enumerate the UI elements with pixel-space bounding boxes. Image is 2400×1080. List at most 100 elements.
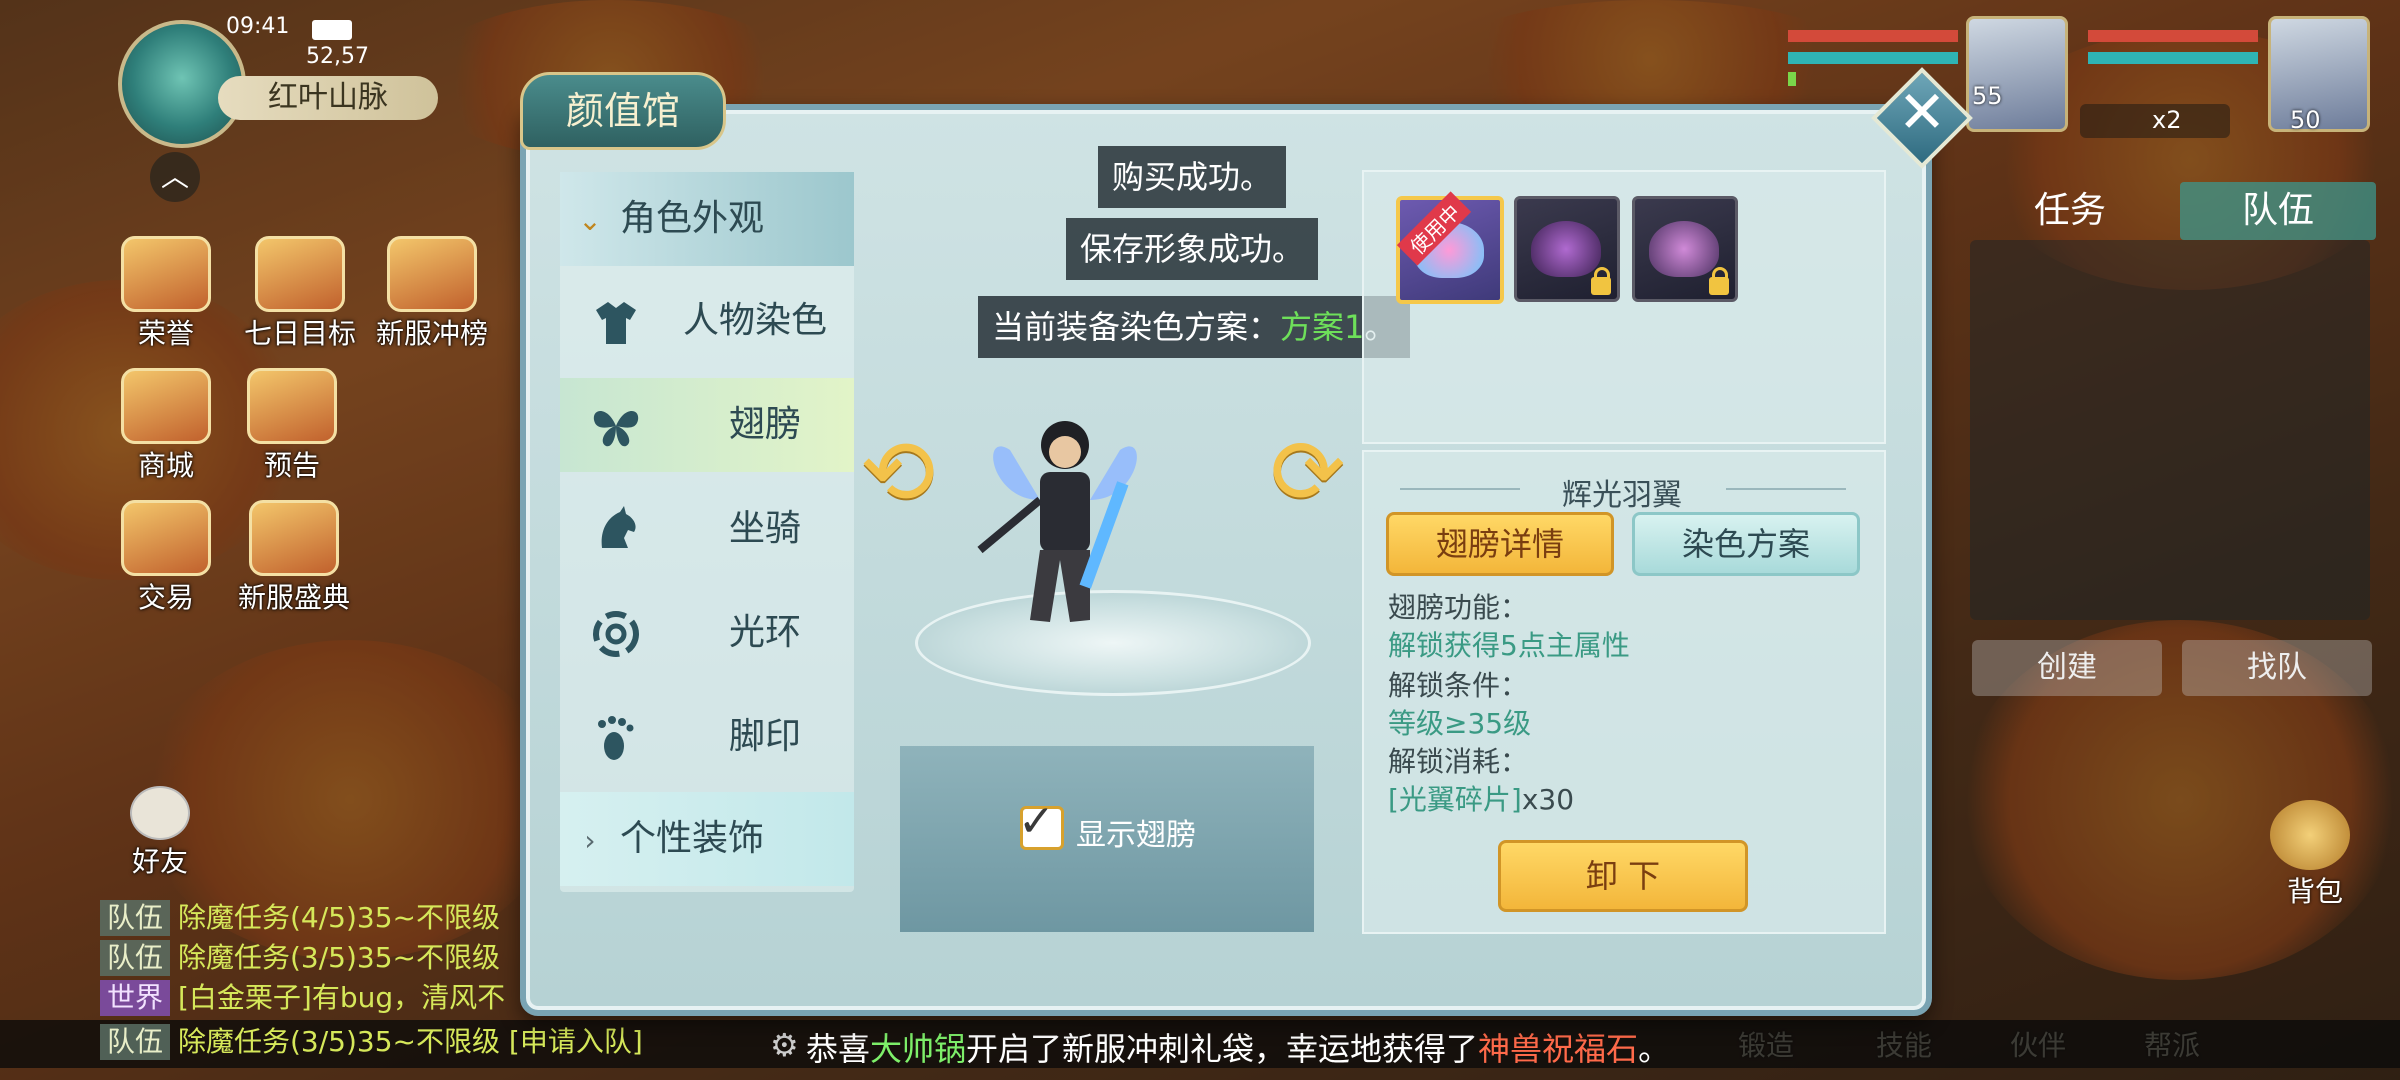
chat-line[interactable]: 队伍 除魔任务(3/5)35~不限级	[100, 940, 500, 976]
honor-button[interactable]: 荣誉	[118, 236, 214, 352]
chat-message: 除魔任务(4/5)35~不限级	[178, 901, 501, 934]
chat-line[interactable]: 世界 [白金栗子]有bug，清风不	[100, 980, 505, 1016]
show-wings-label: 显示翅膀	[1076, 818, 1196, 853]
unlock-cost-value: [光翼碎片]x30	[1388, 778, 1574, 818]
unlock-cost-item[interactable]: [光翼碎片]	[1388, 783, 1522, 816]
rotate-left-icon[interactable]: ⟲	[860, 420, 935, 525]
announcement-body: 开启了新服冲刺礼袋，幸运地获得了	[966, 1030, 1479, 1068]
find-team-button[interactable]: 找队	[2182, 640, 2372, 696]
bat-wing-icon	[1531, 221, 1601, 277]
wing-slot-equipped[interactable]: 使用中	[1396, 191, 1504, 304]
menu-section-label: 个性装饰	[620, 818, 765, 859]
menu-item-label: 脚印	[728, 716, 801, 757]
bag-button[interactable]: 背包	[2270, 800, 2360, 908]
chat-channel-tag: 世界	[100, 980, 170, 1016]
announcement-player: 大帅锅	[870, 1030, 967, 1068]
menu-item-wings[interactable]: 翅膀	[560, 378, 854, 472]
new-server-festival-button[interactable]: 新服盛典	[234, 500, 354, 616]
calendar-icon	[255, 236, 345, 312]
menu-item-footprint[interactable]: 脚印	[560, 690, 854, 784]
menu-section-appearance[interactable]: ⌄ 角色外观	[560, 172, 854, 266]
friends-label: 好友	[131, 845, 188, 878]
menu-section-label: 角色外观	[620, 198, 765, 239]
bag-label: 背包	[2286, 875, 2343, 908]
checkmark-icon[interactable]: ✓	[1018, 796, 1055, 847]
pet-exp-bar	[1788, 72, 1796, 86]
wing-details-button[interactable]: 翅膀详情	[1386, 512, 1614, 576]
shop-label: 商城	[137, 449, 194, 482]
wing-slot-locked[interactable]	[1514, 196, 1620, 302]
player-level: 50	[2290, 106, 2321, 134]
battery-icon	[312, 20, 352, 40]
friends-button[interactable]: 好友	[112, 786, 208, 880]
menu-section-decoration[interactable]: › 个性装饰	[560, 792, 854, 886]
footprint-icon	[598, 716, 634, 760]
toast-dye-scheme: 当前装备染色方案：方案1。	[978, 296, 1411, 358]
honor-icon	[121, 236, 211, 312]
horse-icon	[601, 506, 636, 548]
unlock-condition-value: 等级≥35级	[1388, 707, 1532, 740]
chat-message: 除魔任务(3/5)35~不限级 [申请入队]	[178, 1025, 643, 1058]
wing-function-value: 解锁获得5点主属性	[1388, 629, 1630, 662]
pet-mp-bar	[1788, 52, 1958, 64]
menu-item-dye[interactable]: 人物染色	[560, 274, 854, 368]
lock-icon	[1709, 267, 1729, 295]
preview-label: 预告	[263, 449, 320, 482]
tab-team[interactable]: 队伍	[2180, 182, 2376, 240]
wings-icon	[593, 410, 639, 447]
menu-item-mount[interactable]: 坐骑	[560, 482, 854, 576]
unlock-condition-label: 解锁条件：	[1388, 669, 1529, 702]
trophy-icon	[387, 236, 477, 312]
wing-slot-locked[interactable]	[1632, 196, 1738, 302]
lock-icon	[1591, 267, 1611, 295]
preview-button[interactable]: 预告	[244, 368, 340, 484]
demon-wing-icon	[1649, 221, 1719, 277]
menu-item-halo[interactable]: 光环	[560, 586, 854, 680]
seven-day-goal-label: 七日目标	[243, 317, 356, 350]
player-hp-bar	[2088, 30, 2258, 42]
close-icon[interactable]: ✕	[1886, 76, 1958, 148]
team-panel	[1970, 240, 2370, 620]
pet-hp-bar	[1788, 30, 1958, 42]
friends-icon	[130, 786, 190, 840]
unlock-cost-quantity: x30	[1521, 783, 1575, 816]
unequip-button[interactable]: 卸 下	[1498, 840, 1748, 912]
tab-task[interactable]: 任务	[1960, 182, 2180, 240]
chevron-right-icon: ›	[584, 824, 596, 857]
rotate-right-icon[interactable]: ⟳	[1270, 420, 1345, 525]
honor-label: 荣誉	[137, 317, 194, 350]
create-team-button[interactable]: 创建	[1972, 640, 2162, 696]
halo-icon	[593, 611, 639, 657]
announcement-item: 神兽祝福石	[1478, 1030, 1639, 1068]
panel-title: 颜值馆	[520, 72, 726, 150]
chat-line[interactable]: 队伍 除魔任务(4/5)35~不限级	[100, 900, 500, 936]
toast-dye-prefix: 当前装备染色方案：	[992, 308, 1281, 346]
menu-item-label: 翅膀	[728, 404, 801, 445]
wing-name: 辉光羽翼	[1562, 478, 1682, 513]
pet-portrait[interactable]	[1966, 16, 2068, 132]
announcement-prefix: 恭喜	[806, 1030, 871, 1068]
map-coordinates: 52,57	[306, 44, 369, 69]
toast-dye-scheme-name: 方案1	[1280, 308, 1365, 346]
map-name[interactable]: 红叶山脉	[218, 76, 438, 120]
menu-item-label: 坐骑	[728, 508, 801, 549]
dye-scheme-button[interactable]: 染色方案	[1632, 512, 1860, 576]
toast-save-success: 保存形象成功。	[1066, 218, 1319, 280]
shop-button[interactable]: 商城	[118, 368, 214, 484]
character-model[interactable]	[950, 390, 1180, 650]
seven-day-goal-button[interactable]: 七日目标	[240, 236, 360, 352]
new-server-rank-label: 新服冲榜	[375, 317, 488, 350]
chat-channel-tag: 队伍	[100, 900, 170, 936]
pet-level: 55	[1972, 82, 2003, 110]
toast-purchase-success: 购买成功。	[1098, 146, 1287, 208]
chat-line[interactable]: 队伍 除魔任务(3/5)35~不限级 [申请入队]	[100, 1024, 643, 1060]
buff-count: x2	[2152, 106, 2182, 134]
menu-item-label: 光环	[728, 612, 801, 653]
new-server-rank-button[interactable]: 新服冲榜	[372, 236, 492, 352]
collapse-up-icon[interactable]: ︿	[150, 152, 200, 202]
preview-icon	[247, 368, 337, 444]
chat-channel-tag: 队伍	[100, 1024, 170, 1060]
new-server-festival-label: 新服盛典	[237, 581, 350, 614]
chat-message: [白金栗子]有bug，清风不	[178, 981, 506, 1014]
trade-button[interactable]: 交易	[118, 500, 214, 616]
